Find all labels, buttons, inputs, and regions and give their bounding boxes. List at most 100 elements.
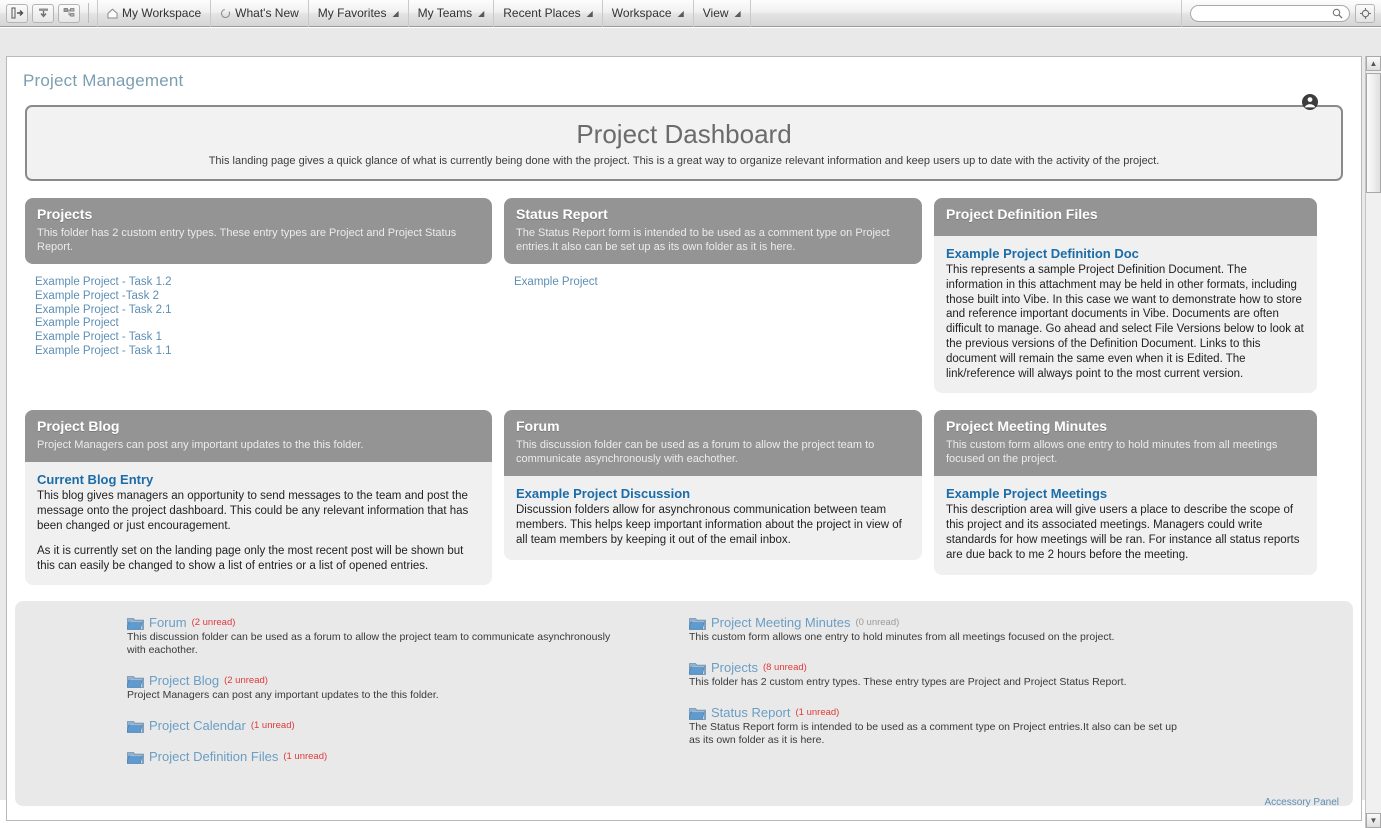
nav-label: Recent Places [503, 6, 581, 20]
panel-projects-header: Projects This folder has 2 custom entry … [25, 198, 492, 264]
folder-name[interactable]: Project Calendar [149, 718, 246, 733]
project-link[interactable]: Example Project - Task 1.2 [35, 276, 490, 290]
folder-icon [689, 662, 706, 675]
folder-link-row[interactable]: Forum (2 unread) [127, 615, 684, 630]
banner-title: Project Dashboard [576, 119, 792, 149]
home-icon [107, 8, 118, 18]
panel-project-blog-title: Project Blog [37, 418, 120, 435]
page-title: Project Management [23, 71, 184, 90]
accessory-panel-link[interactable]: Accessory Panel [1265, 797, 1339, 808]
folder-column-right: Project Meeting Minutes (0 unread) This … [684, 615, 1339, 786]
folder-description: This custom form allows one entry to hol… [689, 631, 1115, 644]
chevron-down-icon: ◢ [734, 8, 741, 18]
nav-item-my-favorites[interactable]: My Favorites ◢ [309, 0, 409, 27]
blog-entry-link[interactable]: Current Blog Entry [37, 472, 480, 487]
panel-status-report-links: Example Project [504, 264, 922, 290]
folder-name[interactable]: Projects [711, 660, 758, 675]
search-icon[interactable] [1332, 8, 1343, 19]
toolbar-right-group [1182, 3, 1381, 23]
nav-item-recent-places[interactable]: Recent Places ◢ [494, 0, 603, 27]
toolbar-button-group [0, 3, 80, 23]
folder-unread-count: (1 unread) [250, 720, 295, 732]
folder-description: The Status Report form is intended to be… [689, 721, 1177, 747]
folder-link-row[interactable]: Project Calendar (1 unread) [127, 718, 684, 733]
nav-item-my-teams[interactable]: My Teams ◢ [409, 0, 495, 27]
content-area: Project Management Project Dashboard Thi… [6, 56, 1362, 821]
folder-link-row[interactable]: Project Definition Files (1 unread) [127, 749, 684, 764]
meetings-entry-link[interactable]: Example Project Meetings [946, 486, 1305, 501]
scrollbar-thumb[interactable] [1366, 73, 1381, 193]
forum-entry-link[interactable]: Example Project Discussion [516, 486, 910, 501]
project-link[interactable]: Example Project - Task 1.1 [35, 345, 490, 359]
scroll-up-arrow-icon[interactable]: ▲ [1366, 56, 1381, 71]
panel-row-1: Projects This folder has 2 custom entry … [7, 198, 1361, 394]
folder-name[interactable]: Project Definition Files [149, 749, 278, 764]
top-toolbar: My Workspace What's New My Favorites ◢ M… [0, 0, 1381, 27]
project-link[interactable]: Example Project [35, 317, 490, 331]
nav-label: My Favorites [317, 6, 387, 20]
panel-projects: Projects This folder has 2 custom entry … [25, 198, 492, 359]
folder-name[interactable]: Project Meeting Minutes [711, 615, 850, 630]
toolbar-divider [88, 3, 89, 23]
folder-icon [127, 675, 144, 688]
panel-meeting-minutes: Project Meeting Minutes This custom form… [934, 410, 1317, 575]
scroll-down-arrow-icon[interactable]: ▼ [1366, 813, 1381, 828]
login-arrow-icon [10, 7, 23, 19]
folder-link-row[interactable]: Status Report (1 unread) [689, 705, 1339, 720]
nav-label: View [702, 6, 729, 20]
chevron-down-icon: ◢ [586, 8, 593, 18]
refresh-icon [221, 8, 231, 18]
download-icon-button[interactable] [32, 3, 54, 23]
blog-entry-paragraph-2: As it is currently set on the landing pa… [37, 544, 464, 572]
nav-item-view[interactable]: View ◢ [694, 0, 751, 27]
folder-name[interactable]: Status Report [711, 705, 791, 720]
panel-projects-title: Projects [37, 206, 93, 222]
panel-definition-files-body: Example Project Definition Doc This repr… [934, 236, 1317, 394]
panel-meeting-minutes-header: Project Meeting Minutes This custom form… [934, 410, 1317, 477]
definition-doc-link[interactable]: Example Project Definition Doc [946, 246, 1305, 261]
folder-link-row[interactable]: Project Meeting Minutes (0 unread) [689, 615, 1339, 630]
panel-definition-files: Project Definition Files Example Project… [934, 198, 1317, 394]
sitemap-icon-button[interactable] [58, 3, 80, 23]
folder-icon [127, 720, 144, 733]
vertical-scrollbar[interactable]: ▲ ▼ [1365, 56, 1381, 828]
panel-project-blog-description: Project Managers can post any important … [37, 439, 364, 452]
nav-label: Workspace [611, 6, 672, 20]
panel-project-blog-header: Project Blog Project Managers can post a… [25, 410, 492, 463]
project-link[interactable]: Example Project - Task 2.1 [35, 304, 490, 318]
folder-summary-panel: Forum (2 unread) This discussion folder … [15, 601, 1353, 808]
nav-item-workspace[interactable]: Workspace ◢ [603, 0, 694, 27]
search-input[interactable] [1197, 5, 1332, 21]
page-body: Project Management Project Dashboard Thi… [7, 57, 1361, 808]
panel-row-2: Project Blog Project Managers can post a… [7, 410, 1361, 586]
project-link[interactable]: Example Project -Task 2 [35, 290, 490, 304]
folder-link-row[interactable]: Projects (8 unread) [689, 660, 1339, 675]
panel-meeting-minutes-body: Example Project Meetings This descriptio… [934, 476, 1317, 575]
folder-link-row[interactable]: Project Blog (2 unread) [127, 673, 684, 688]
panel-meeting-minutes-description: This custom form allows one entry to hol… [946, 439, 1278, 466]
forum-entry-description: Discussion folders allow for asynchronou… [516, 504, 902, 546]
folder-unread-count: (8 unread) [762, 662, 807, 674]
toolbar-spacer [751, 0, 1182, 27]
project-link[interactable]: Example Project - Task 1 [35, 331, 490, 345]
panel-status-report-title: Status Report [516, 206, 608, 222]
status-report-link[interactable]: Example Project [514, 276, 920, 290]
search-box[interactable] [1190, 4, 1350, 22]
folder-item-project-definition-files: Project Definition Files (1 unread) [127, 749, 684, 764]
folder-item-project-meeting-minutes: Project Meeting Minutes (0 unread) This … [689, 615, 1339, 644]
folder-description: Project Managers can post any important … [127, 689, 439, 702]
folder-item-project-calendar: Project Calendar (1 unread) [127, 718, 684, 733]
panel-status-report-header: Status Report The Status Report form is … [504, 198, 922, 264]
folder-name[interactable]: Forum [149, 615, 187, 630]
nav-label: My Teams [417, 6, 473, 20]
user-icon [1302, 94, 1318, 110]
help-button[interactable] [1355, 3, 1375, 23]
user-account-button[interactable] [1301, 93, 1319, 111]
panel-forum-description: This discussion folder can be used as a … [516, 439, 875, 466]
nav-item-my-workspace[interactable]: My Workspace [97, 0, 212, 27]
chevron-down-icon: ◢ [478, 8, 485, 18]
folder-name[interactable]: Project Blog [149, 673, 219, 688]
login-arrow-icon-button[interactable] [6, 3, 28, 23]
panel-project-blog-body: Current Blog Entry This blog gives manag… [25, 462, 492, 586]
nav-item-whats-new[interactable]: What's New [211, 0, 309, 27]
